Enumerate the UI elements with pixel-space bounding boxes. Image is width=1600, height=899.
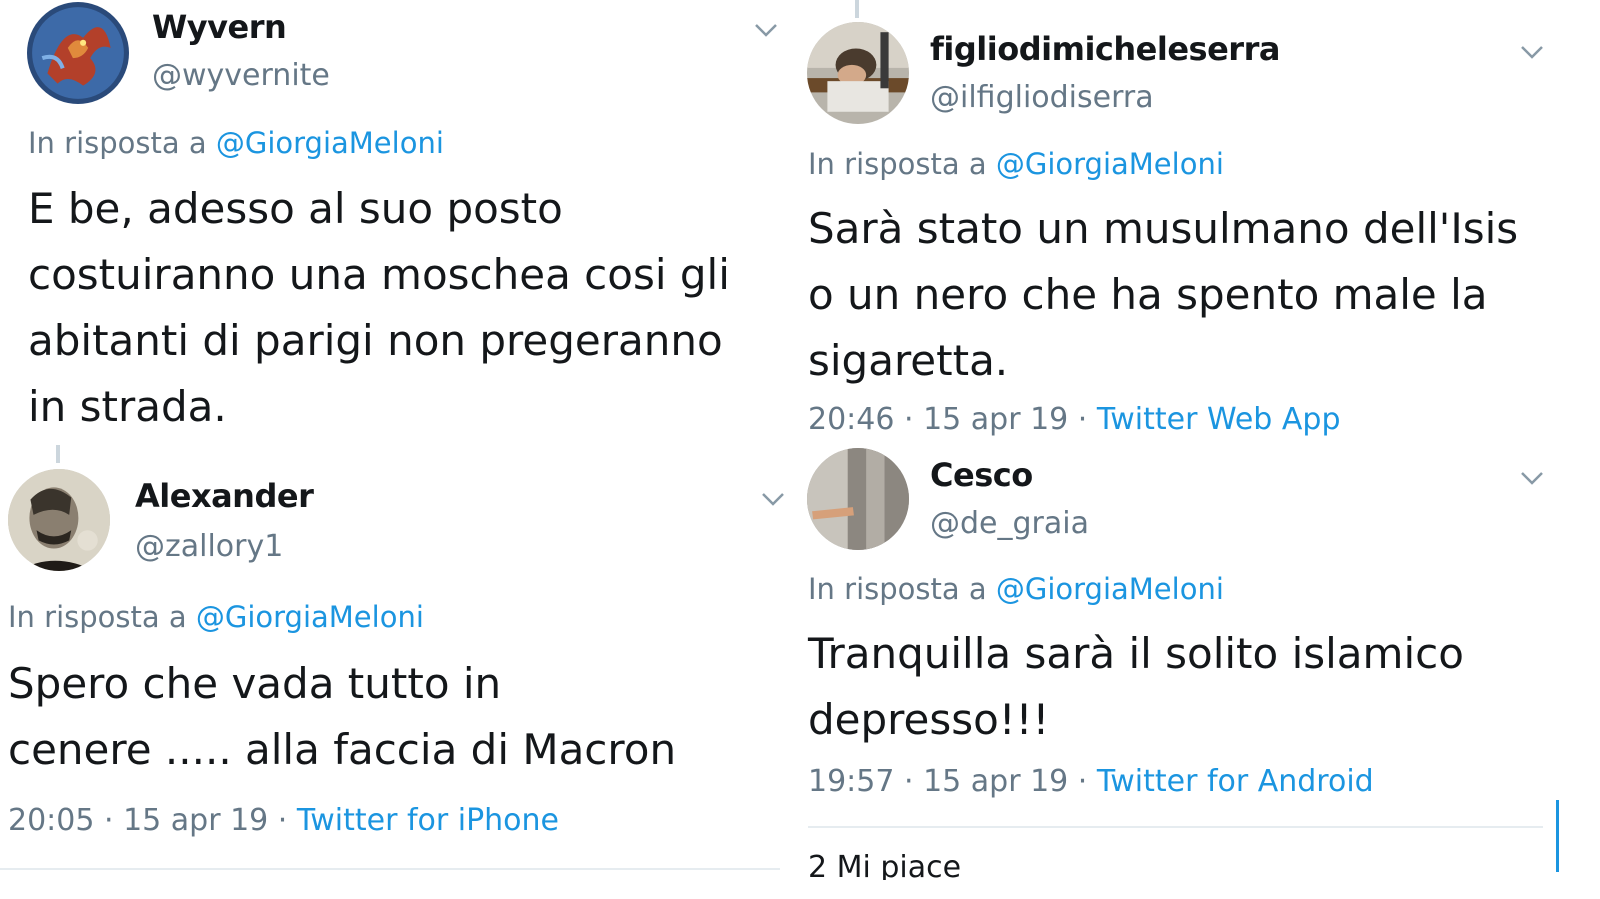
tweet-text-line: in strada. <box>28 382 227 431</box>
tweet-cesco[interactable]: Cesco @de_graia In risposta a @GiorgiaMe… <box>805 440 1600 899</box>
tweet-text-line: Tranquilla sarà il solito islamico <box>808 629 1464 678</box>
user-handle[interactable]: @ilfigliodiserra <box>930 80 1154 115</box>
tweet-text: Tranquilla sarà il solito islamico depre… <box>808 621 1598 753</box>
divider <box>808 826 1543 828</box>
avatar[interactable] <box>807 448 909 550</box>
timestamp[interactable]: 20:05 · 15 apr 19 · <box>8 803 297 838</box>
reply-prefix: In risposta a <box>808 572 996 606</box>
avatar[interactable] <box>807 22 909 124</box>
tweet-text-line: o un nero che ha spento male la <box>808 270 1488 319</box>
user-name[interactable]: Alexander <box>135 477 314 515</box>
chevron-down-icon[interactable] <box>753 21 779 39</box>
tweet-text-line: cenere ..... alla faccia di Macron <box>8 725 677 774</box>
scrollbar[interactable] <box>1556 800 1559 872</box>
user-name[interactable]: Cesco <box>930 456 1033 494</box>
reply-context: In risposta a @GiorgiaMeloni <box>8 600 424 634</box>
timestamp[interactable]: 20:46 · 15 apr 19 · <box>808 402 1097 437</box>
user-name[interactable]: Wyvern <box>152 8 287 46</box>
tweet-text-line: depresso!!! <box>808 695 1050 744</box>
avatar[interactable] <box>27 2 129 104</box>
tweet-meta: 20:46 · 15 apr 19 · Twitter Web App <box>808 402 1341 437</box>
source-link[interactable]: Twitter Web App <box>1097 402 1341 437</box>
user-handle[interactable]: @zallory1 <box>135 529 283 564</box>
avatar[interactable] <box>8 469 110 571</box>
user-handle[interactable]: @de_graia <box>930 506 1089 541</box>
source-link[interactable]: Twitter for Android <box>1097 764 1374 799</box>
tweet-meta: 20:05 · 15 apr 19 · Twitter for iPhone <box>8 803 559 838</box>
reply-context: In risposta a @GiorgiaMeloni <box>28 126 444 160</box>
source-link[interactable]: Twitter for iPhone <box>297 803 559 838</box>
tweet-text: Sarà stato un musulmano dell'Isis o un n… <box>808 196 1598 394</box>
divider <box>0 868 780 870</box>
tweet-wyvern[interactable]: Wyvern @wyvernite In risposta a @Giorgia… <box>0 0 795 440</box>
user-handle[interactable]: @wyvernite <box>152 58 330 93</box>
tweet-text-line: costuiranno una moschea cosi gli <box>28 250 730 299</box>
mention-link[interactable]: @GiorgiaMeloni <box>996 147 1224 181</box>
likes-count[interactable]: 2 Mi piace <box>808 850 961 880</box>
reply-prefix: In risposta a <box>808 147 996 181</box>
mention-link[interactable]: @GiorgiaMeloni <box>996 572 1224 606</box>
tweet-text: Spero che vada tutto in cenere ..... all… <box>8 651 793 783</box>
chevron-down-icon[interactable] <box>1519 469 1545 487</box>
tweet-text: E be, adesso al suo posto costuiranno un… <box>28 176 793 440</box>
tweet-alexander[interactable]: Alexander @zallory1 In risposta a @Giorg… <box>0 463 795 899</box>
reply-prefix: In risposta a <box>28 126 216 160</box>
tweet-figliodimicheleserra[interactable]: figliodimicheleserra @ilfigliodiserra In… <box>805 0 1600 440</box>
reply-context: In risposta a @GiorgiaMeloni <box>808 572 1224 606</box>
tweet-text-line: sigaretta. <box>808 336 1009 385</box>
reply-context: In risposta a @GiorgiaMeloni <box>808 147 1224 181</box>
tweet-text-line: abitanti di parigi non pregeranno <box>28 316 723 365</box>
thread-line <box>56 445 60 463</box>
user-name[interactable]: figliodimicheleserra <box>930 30 1280 68</box>
tweet-meta: 19:57 · 15 apr 19 · Twitter for Android <box>808 764 1374 799</box>
chevron-down-icon[interactable] <box>760 490 786 508</box>
mention-link[interactable]: @GiorgiaMeloni <box>216 126 444 160</box>
reply-prefix: In risposta a <box>8 600 196 634</box>
tweet-text-line: E be, adesso al suo posto <box>28 184 563 233</box>
timestamp[interactable]: 19:57 · 15 apr 19 · <box>808 764 1097 799</box>
tweet-text-line: Sarà stato un musulmano dell'Isis <box>808 204 1519 253</box>
mention-link[interactable]: @GiorgiaMeloni <box>196 600 424 634</box>
chevron-down-icon[interactable] <box>1519 43 1545 61</box>
tweet-text-line: Spero che vada tutto in <box>8 659 502 708</box>
column-gap <box>795 0 805 899</box>
